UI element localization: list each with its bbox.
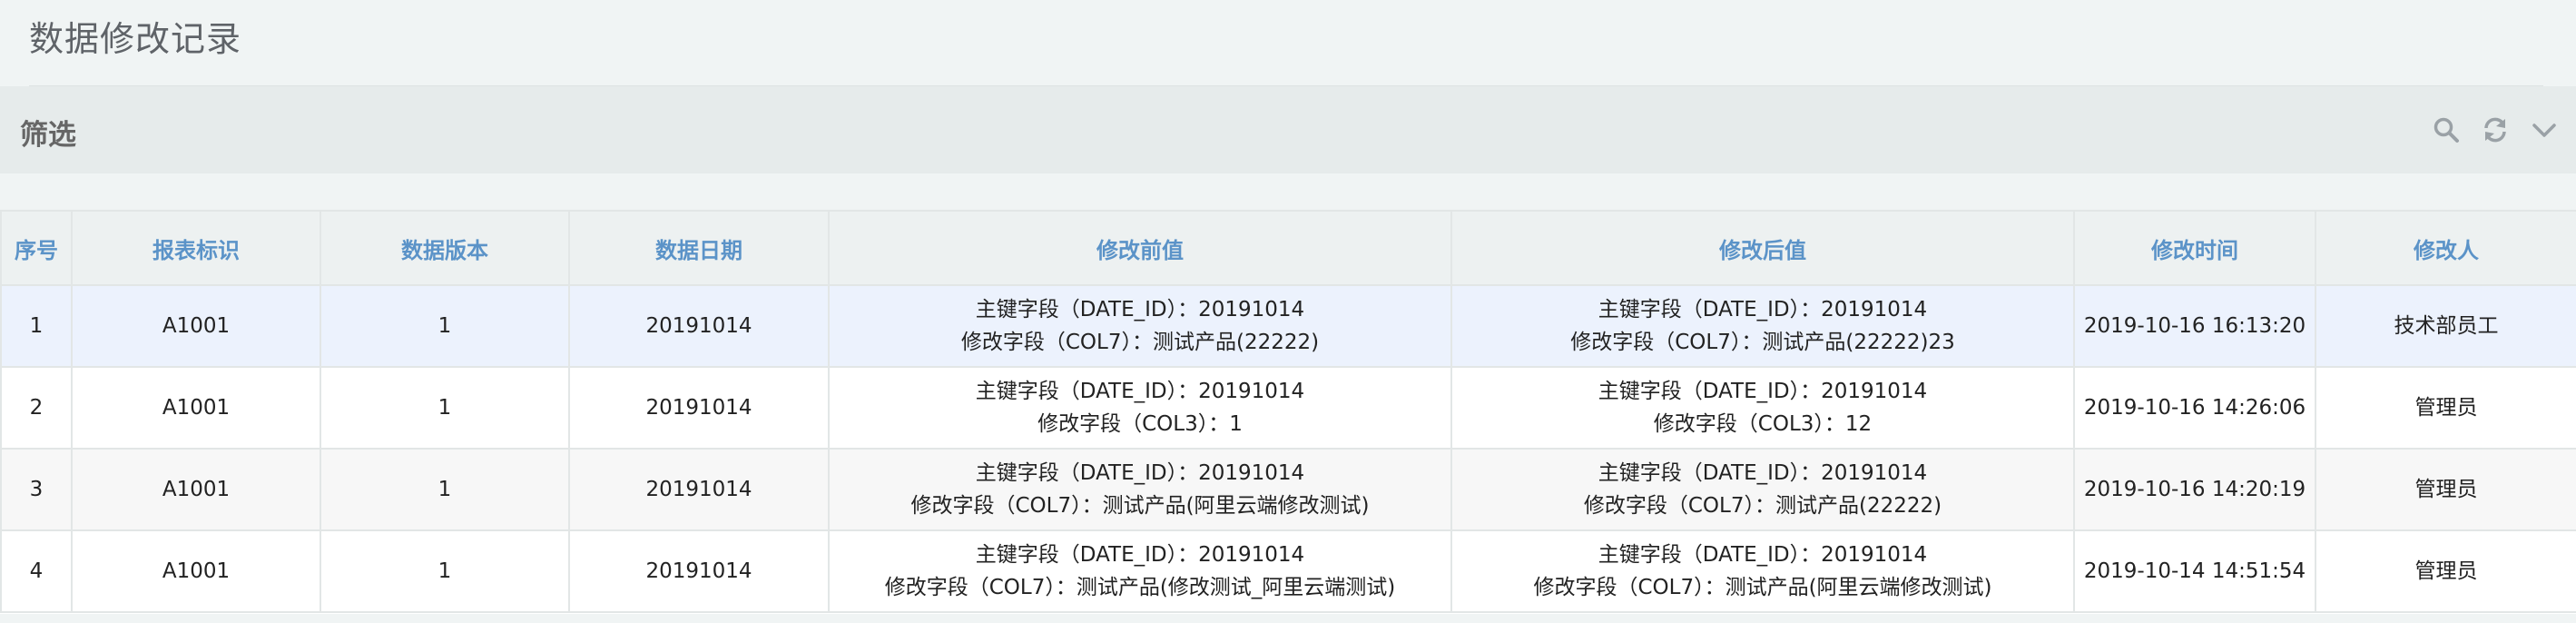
filter-title: 筛选 [20,119,76,152]
after-key-line: 主键字段（DATE_ID）：20191014 [1598,461,1928,485]
after-key-line: 主键字段（DATE_ID）：20191014 [1598,380,1928,403]
after-field-line: 修改字段（COL7）：测试产品(阿里云端修改测试) [1533,576,1992,599]
cell-modified-by: 管理员 [2315,529,2576,613]
column-header-modified-time[interactable]: 修改时间 [2073,210,2316,286]
cell-after-value: 主键字段（DATE_ID）：20191014 修改字段（COL7）：测试产品(阿… [1450,529,2075,613]
column-header-version[interactable]: 数据版本 [320,210,570,286]
cell-after-value: 主键字段（DATE_ID）：20191014 修改字段（COL7）：测试产品(2… [1450,284,2075,368]
cell-report-id: A1001 [71,529,321,613]
column-header-date[interactable]: 数据日期 [568,210,830,286]
table-row[interactable]: 1 A1001 1 20191014 主键字段（DATE_ID）：2019101… [0,284,2576,368]
cell-index: 3 [0,448,73,531]
after-key-line: 主键字段（DATE_ID）：20191014 [1598,298,1928,321]
page: 数据修改记录 筛选 序号 报表标识 数据版本 数据日期 修改前值 修改后值 修改… [0,0,2576,623]
cell-modified-by: 管理员 [2315,366,2576,450]
filter-tools [2431,112,2560,148]
before-key-line: 主键字段（DATE_ID）：20191014 [975,298,1305,321]
after-field-line: 修改字段（COL7）：测试产品(22222) [1583,494,1942,518]
before-field-line: 修改字段（COL7）：测试产品(阿里云端修改测试) [910,494,1370,518]
table-row[interactable]: 4 A1001 1 20191014 主键字段（DATE_ID）：2019101… [0,529,2576,613]
cell-date: 20191014 [568,284,830,368]
cell-report-id: A1001 [71,284,321,368]
column-header-modified-by[interactable]: 修改人 [2315,210,2576,286]
page-header: 数据修改记录 [29,0,2543,87]
cell-modified-time: 2019-10-16 16:13:20 [2073,284,2316,368]
cell-report-id: A1001 [71,366,321,450]
cell-version: 1 [320,366,570,450]
cell-before-value: 主键字段（DATE_ID）：20191014 修改字段（COL3）：1 [828,366,1452,450]
table-row[interactable]: 2 A1001 1 20191014 主键字段（DATE_ID）：2019101… [0,366,2576,450]
before-key-line: 主键字段（DATE_ID）：20191014 [975,380,1305,403]
cell-before-value: 主键字段（DATE_ID）：20191014 修改字段（COL7）：测试产品(2… [828,284,1452,368]
column-header-after-value[interactable]: 修改后值 [1450,210,2075,286]
cell-before-value: 主键字段（DATE_ID）：20191014 修改字段（COL7）：测试产品(阿… [828,448,1452,531]
column-header-index[interactable]: 序号 [0,210,73,286]
before-field-line: 修改字段（COL3）：1 [1037,412,1243,436]
cell-index: 2 [0,366,73,450]
after-field-line: 修改字段（COL7）：测试产品(22222)23 [1570,331,1955,354]
cell-before-value: 主键字段（DATE_ID）：20191014 修改字段（COL7）：测试产品(修… [828,529,1452,613]
after-key-line: 主键字段（DATE_ID）：20191014 [1598,543,1928,567]
before-field-line: 修改字段（COL7）：测试产品(22222) [960,331,1320,354]
cell-modified-by: 技术部员工 [2315,284,2576,368]
cell-date: 20191014 [568,366,830,450]
cell-report-id: A1001 [71,448,321,531]
search-icon[interactable] [2431,114,2462,145]
cell-after-value: 主键字段（DATE_ID）：20191014 修改字段（COL7）：测试产品(2… [1450,448,2075,531]
column-header-before-value[interactable]: 修改前值 [828,210,1452,286]
chevron-down-icon[interactable] [2529,114,2560,145]
cell-modified-time: 2019-10-16 14:20:19 [2073,448,2316,531]
cell-modified-time: 2019-10-14 14:51:54 [2073,529,2316,613]
after-field-line: 修改字段（COL3）：12 [1653,412,1873,436]
cell-index: 4 [0,529,73,613]
before-field-line: 修改字段（COL7）：测试产品(修改测试_阿里云端测试) [884,576,1396,599]
cell-version: 1 [320,448,570,531]
cell-after-value: 主键字段（DATE_ID）：20191014 修改字段（COL3）：12 [1450,366,2075,450]
filter-panel: 筛选 [0,86,2576,173]
table-header-row: 序号 报表标识 数据版本 数据日期 修改前值 修改后值 修改时间 修改人 [0,210,2576,286]
cell-modified-time: 2019-10-16 14:26:06 [2073,366,2316,450]
cell-date: 20191014 [568,529,830,613]
cell-modified-by: 管理员 [2315,448,2576,531]
cell-index: 1 [0,284,73,368]
records-table: 序号 报表标识 数据版本 数据日期 修改前值 修改后值 修改时间 修改人 1 A… [0,210,2576,613]
cell-date: 20191014 [568,448,830,531]
refresh-icon[interactable] [2480,114,2511,145]
column-header-report-id[interactable]: 报表标识 [71,210,321,286]
before-key-line: 主键字段（DATE_ID）：20191014 [975,543,1305,567]
page-title: 数据修改记录 [29,19,242,59]
before-key-line: 主键字段（DATE_ID）：20191014 [975,461,1305,485]
records-table-wrapper: 序号 报表标识 数据版本 数据日期 修改前值 修改后值 修改时间 修改人 1 A… [0,210,2576,614]
table-row[interactable]: 3 A1001 1 20191014 主键字段（DATE_ID）：2019101… [0,448,2576,531]
cell-version: 1 [320,529,570,613]
cell-version: 1 [320,284,570,368]
